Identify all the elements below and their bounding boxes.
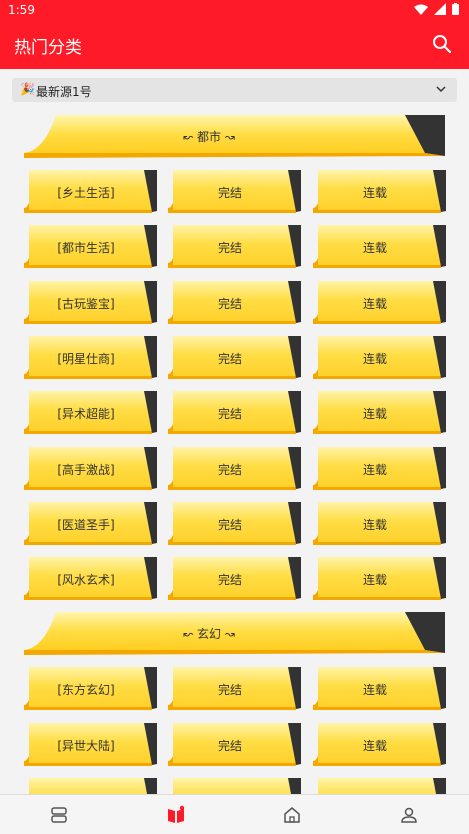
section-header: ↜ 都市 ↝: [24, 115, 445, 158]
tile-label: 完结: [217, 186, 242, 200]
app-bar: 热门分类: [0, 20, 469, 69]
category-tile[interactable]: [异世大陆]: [24, 722, 157, 766]
status-bar: 1:59: [0, 0, 469, 20]
tile-label: [医道圣手]: [57, 517, 115, 532]
tile-label: [古玩鉴宝]: [57, 296, 115, 311]
category-tile[interactable]: [风水玄术]: [24, 557, 157, 601]
tile-label: 完结: [217, 351, 242, 366]
battery-icon: [452, 3, 459, 15]
wifi-icon: [414, 4, 428, 15]
tile-label: 连载: [362, 462, 387, 477]
party-popper-icon: 🎉: [20, 82, 35, 96]
section-header: ↜ 玄幻 ↝: [24, 612, 445, 656]
tile-label: 完结: [217, 296, 242, 311]
category-tile[interactable]: [高手激战]: [24, 446, 157, 490]
completed-tile[interactable]: 完结: [168, 501, 301, 545]
completed-tile[interactable]: 完结: [168, 335, 301, 379]
tile-label: 完结: [217, 462, 242, 477]
serializing-tile[interactable]: 连载: [313, 280, 446, 324]
category-list: ↜ 都市 ↝ [乡土生活] 完结 连载 [都市生活] 完结 连载 [古玩鉴宝] …: [0, 108, 469, 794]
tile-label: 连载: [362, 517, 387, 532]
page-title: 热门分类: [14, 38, 82, 58]
tile-label: 完结: [217, 241, 242, 256]
completed-tile[interactable]: 完结: [168, 225, 301, 269]
serializing-tile[interactable]: 连载: [313, 557, 446, 601]
category-tile[interactable]: [24, 778, 157, 794]
tile-label: 连载: [362, 407, 387, 422]
serializing-tile[interactable]: 连载: [313, 170, 446, 213]
completed-tile[interactable]: 完结: [168, 667, 301, 711]
category-tile[interactable]: [都市生活]: [24, 225, 157, 269]
tile-label: [都市生活]: [57, 241, 115, 256]
serializing-tile[interactable]: 连载: [313, 722, 446, 766]
category-tile[interactable]: [东方玄幻]: [24, 667, 157, 711]
tile-label: 连载: [362, 351, 387, 366]
tile-label: 连载: [362, 573, 387, 588]
completed-tile[interactable]: 完结: [168, 280, 301, 324]
tile-label: 连载: [362, 241, 387, 256]
signal-icon: [434, 3, 446, 15]
serializing-tile[interactable]: 连载: [313, 391, 446, 435]
category-tile[interactable]: [医道圣手]: [24, 501, 157, 545]
status-time: 1:59: [8, 3, 35, 17]
completed-tile[interactable]: 完结: [168, 170, 301, 213]
completed-tile[interactable]: 完结: [168, 557, 301, 601]
category-tile[interactable]: [乡土生活]: [24, 170, 157, 213]
completed-tile[interactable]: 完结: [168, 391, 301, 435]
tile-label: 连载: [362, 186, 387, 200]
tile-label: [高手激战]: [57, 462, 115, 477]
tile-label: [异世大陆]: [57, 738, 115, 753]
tile-label: [异术超能]: [57, 407, 115, 422]
serializing-tile[interactable]: 连载: [313, 667, 446, 711]
tile-label: 连载: [362, 738, 387, 753]
home-icon[interactable]: [282, 805, 302, 825]
category-icon[interactable]: [166, 805, 186, 825]
tile-label: [风水玄术]: [57, 573, 115, 588]
serializing-tile[interactable]: [313, 778, 446, 794]
tile-label: 完结: [217, 683, 242, 698]
section-title: ↜ 玄幻 ↝: [183, 627, 235, 642]
section-title: ↜ 都市 ↝: [183, 130, 235, 144]
tile-label: [东方玄幻]: [57, 683, 115, 698]
tile-label: 完结: [217, 738, 242, 753]
tile-label: 完结: [217, 407, 242, 422]
tile-label: [乡土生活]: [57, 186, 115, 200]
profile-icon[interactable]: [399, 805, 419, 825]
serializing-tile[interactable]: 连载: [313, 446, 446, 490]
source-select[interactable]: 🎉 最新源1号: [12, 78, 457, 102]
serializing-tile[interactable]: 连载: [313, 501, 446, 545]
status-icons: [414, 3, 459, 15]
serializing-tile[interactable]: 连载: [313, 335, 446, 379]
serializing-tile[interactable]: 连载: [313, 225, 446, 269]
completed-tile[interactable]: 完结: [168, 722, 301, 766]
category-tile[interactable]: [古玩鉴宝]: [24, 280, 157, 324]
search-icon[interactable]: [431, 33, 453, 55]
category-tile[interactable]: [明星仕商]: [24, 335, 157, 379]
tile-label: 连载: [362, 296, 387, 311]
source-label: 最新源1号: [36, 85, 92, 99]
tile-label: 完结: [217, 517, 242, 532]
tile-label: [明星仕商]: [57, 351, 115, 366]
chevron-down-icon: [436, 86, 446, 93]
completed-tile[interactable]: 完结: [168, 446, 301, 490]
tile-label: 完结: [217, 573, 242, 588]
category-tile[interactable]: [异术超能]: [24, 391, 157, 435]
bottom-nav: [0, 794, 469, 834]
bookshelf-icon[interactable]: [49, 805, 69, 825]
completed-tile[interactable]: [168, 778, 301, 794]
tile-label: 连载: [362, 683, 387, 698]
